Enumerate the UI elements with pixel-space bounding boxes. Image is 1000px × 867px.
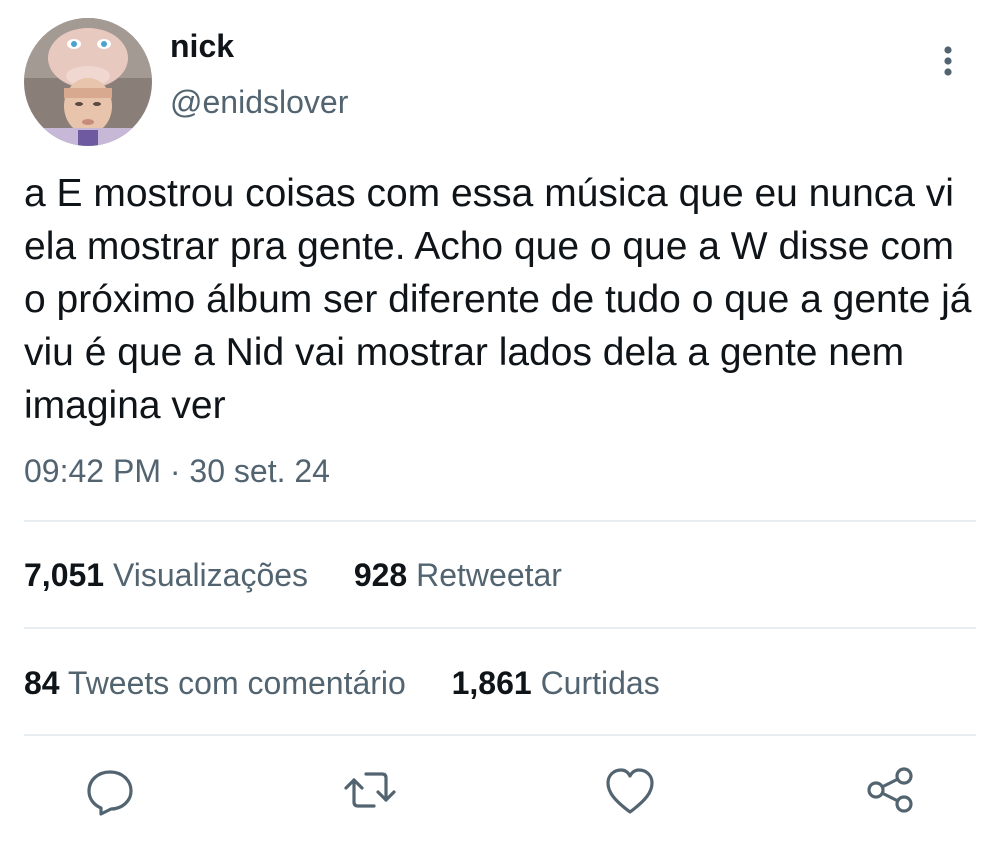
avatar[interactable] xyxy=(24,18,152,146)
divider xyxy=(24,734,976,736)
share-icon[interactable] xyxy=(860,760,920,820)
stats-row-quotes-likes: 84 Tweets com comentário 1,861 Curtidas xyxy=(24,665,660,702)
action-bar xyxy=(0,760,1000,830)
author-name[interactable]: nick xyxy=(170,28,234,65)
retweets-label: Retweetar xyxy=(416,557,562,593)
likes-count: 1,861 xyxy=(451,665,532,701)
more-vertical-icon[interactable] xyxy=(932,42,964,82)
views-label: Visualizações xyxy=(112,557,309,593)
likes-label: Curtidas xyxy=(540,665,660,701)
heart-icon[interactable] xyxy=(600,760,660,820)
retweet-icon[interactable] xyxy=(340,760,400,820)
retweets-count: 928 xyxy=(353,557,408,593)
tweet-text: a E mostrou coisas com essa música que e… xyxy=(24,172,972,427)
avatar-image xyxy=(24,18,152,146)
tweet-timestamp[interactable]: 09:42 PM · 30 set. 24 xyxy=(24,453,330,490)
stats-row-views-retweets: 7,051 Visualizações 928 Retweetar xyxy=(24,557,562,594)
quotes-label: Tweets com comentário xyxy=(67,665,406,701)
reply-icon[interactable] xyxy=(80,760,140,820)
likes-stat[interactable]: 1,861 Curtidas xyxy=(443,665,660,701)
divider xyxy=(24,520,976,522)
quotes-count: 84 xyxy=(24,665,60,701)
tweet-detail: nick @enidslover a E mostrou coisas com … xyxy=(0,0,1000,867)
retweets-stat[interactable]: 928 Retweetar xyxy=(345,557,562,593)
quotes-stat[interactable]: 84 Tweets com comentário xyxy=(24,665,415,701)
divider xyxy=(24,627,976,629)
views-count: 7,051 xyxy=(24,557,105,593)
views-stat[interactable]: 7,051 Visualizações xyxy=(24,557,317,593)
author-handle[interactable]: @enidslover xyxy=(170,84,348,121)
